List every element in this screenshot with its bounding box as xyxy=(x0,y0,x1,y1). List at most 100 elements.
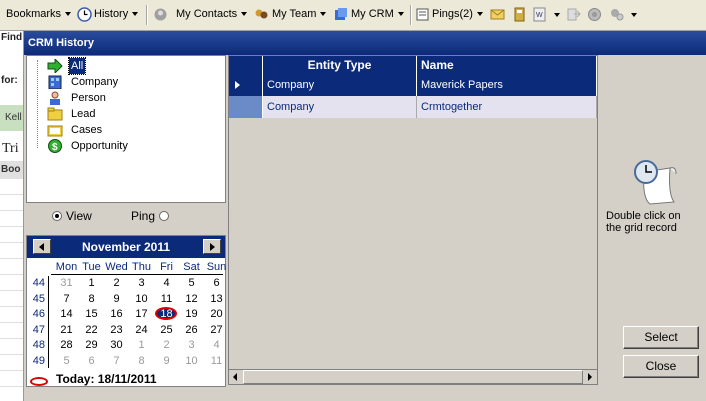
grid-horizontal-scrollbar[interactable] xyxy=(228,369,598,385)
scroll-left-button[interactable] xyxy=(229,370,243,384)
calendar-day[interactable]: 10 xyxy=(129,293,154,305)
pings-menu[interactable]: Pings(2) xyxy=(432,8,483,20)
background-page-strip: Find: for: Kell Tri Boo xyxy=(0,31,24,401)
calendar-day[interactable]: 11 xyxy=(154,293,179,305)
calendar-day[interactable]: 7 xyxy=(104,355,129,367)
calendar-day[interactable]: 5 xyxy=(179,277,204,289)
weekday-header: Sat xyxy=(183,261,200,273)
close-button[interactable]: Close xyxy=(623,355,699,378)
calendar-day[interactable]: 6 xyxy=(204,277,229,289)
ping-radio[interactable] xyxy=(159,211,169,221)
calendar-day[interactable]: 4 xyxy=(154,277,179,289)
week-number: 45 xyxy=(32,292,45,305)
calendar-day[interactable]: 27 xyxy=(204,324,229,336)
scrollbar-thumb[interactable] xyxy=(243,370,583,384)
calendar-day[interactable]: 26 xyxy=(179,324,204,336)
calendar-day[interactable]: 31 xyxy=(54,277,79,289)
toolbar-separator xyxy=(146,5,148,25)
calendar-day[interactable]: 6 xyxy=(79,355,104,367)
lead-folder-icon xyxy=(47,107,63,121)
dialog-title: CRM History xyxy=(24,31,706,55)
calendar-day[interactable]: 30 xyxy=(104,339,129,351)
table-row[interactable]: Company Crmtogether xyxy=(229,96,597,118)
crm-history-dialog: CRM History All Company Person Lead Case… xyxy=(24,31,706,401)
view-radio[interactable] xyxy=(52,211,62,221)
cases-folder-icon xyxy=(47,125,63,137)
calendar-day[interactable]: 22 xyxy=(79,324,104,336)
view-radio-label: View xyxy=(66,209,92,223)
my-crm-menu[interactable]: My CRM xyxy=(351,8,404,20)
grid-hint-text: Double click on the grid record xyxy=(606,210,681,234)
document-icon[interactable]: W xyxy=(532,7,547,22)
calendar-day[interactable]: 11 xyxy=(204,355,229,367)
weekday-header: Sun xyxy=(206,261,227,273)
cell-name: Crmtogether xyxy=(417,96,597,118)
calendar-day[interactable]: 25 xyxy=(154,324,179,336)
calendar-day[interactable]: 8 xyxy=(79,293,104,305)
company-building-icon xyxy=(48,75,62,89)
for-label: for: xyxy=(1,75,18,86)
week-number: 49 xyxy=(32,354,45,367)
calendar-day[interactable]: 1 xyxy=(129,339,154,351)
weekday-underline xyxy=(51,274,223,275)
column-header-name[interactable]: Name xyxy=(417,56,597,74)
globe-icon[interactable] xyxy=(587,7,602,22)
calendar-day[interactable]: 10 xyxy=(179,355,204,367)
weekday-header: Mon xyxy=(55,261,78,273)
forward-icon[interactable] xyxy=(566,7,581,22)
calendar-day[interactable]: 14 xyxy=(54,308,79,320)
calendar-day[interactable]: 1 xyxy=(79,277,104,289)
my-contacts-menu[interactable]: My Contacts xyxy=(176,8,248,20)
calendar-day[interactable]: 20 xyxy=(204,308,229,320)
my-team-menu[interactable]: My Team xyxy=(272,8,327,20)
arrow-right-icon xyxy=(210,243,215,251)
calendar-day[interactable]: 2 xyxy=(154,339,179,351)
calendar-day[interactable]: 8 xyxy=(129,355,154,367)
toolbar-separator xyxy=(410,5,412,25)
calendar-day[interactable]: 24 xyxy=(129,324,154,336)
calendar-day[interactable]: 28 xyxy=(54,339,79,351)
user-options-icon[interactable] xyxy=(609,7,624,22)
calendar-day[interactable]: 2 xyxy=(104,277,129,289)
bookmarks-menu[interactable]: Bookmarks xyxy=(6,8,72,20)
cell-entity-type: Company xyxy=(263,96,417,118)
history-menu[interactable]: History xyxy=(94,8,139,20)
row-pointer-icon xyxy=(235,81,240,89)
find-label: Find: xyxy=(1,32,24,43)
today-button[interactable]: Today: 18/11/2011 xyxy=(56,372,157,386)
user-options-dropdown-icon[interactable] xyxy=(631,13,637,17)
calendar-day[interactable]: 16 xyxy=(104,308,129,320)
calendar-day[interactable]: 21 xyxy=(54,324,79,336)
calendar-day-selected[interactable]: 18 xyxy=(154,308,179,320)
calendar-day[interactable]: 9 xyxy=(154,355,179,367)
prev-month-button[interactable] xyxy=(33,239,51,254)
row-header xyxy=(229,74,263,96)
crm-cube-icon xyxy=(335,8,347,20)
weekday-header: Tue xyxy=(82,261,101,273)
calendar-day[interactable]: 3 xyxy=(129,277,154,289)
select-button[interactable]: Select xyxy=(623,326,699,349)
calendar-day[interactable]: 3 xyxy=(179,339,204,351)
next-month-button[interactable] xyxy=(203,239,221,254)
document-dropdown-icon[interactable] xyxy=(554,13,560,17)
calendar-day[interactable]: 19 xyxy=(179,308,204,320)
calendar-day[interactable]: 13 xyxy=(204,293,229,305)
calendar-day[interactable]: 29 xyxy=(79,339,104,351)
mail-icon[interactable] xyxy=(490,7,505,22)
calendar-day[interactable]: 15 xyxy=(79,308,104,320)
ping-radio-label: Ping xyxy=(131,209,156,223)
calendar-day[interactable]: 17 xyxy=(129,308,154,320)
calendar-day[interactable]: 9 xyxy=(104,293,129,305)
calendar-day[interactable]: 5 xyxy=(54,355,79,367)
calendar-day[interactable]: 4 xyxy=(204,339,229,351)
table-row[interactable]: Company Maverick Papers xyxy=(229,74,597,96)
pings-icon xyxy=(416,8,429,21)
column-header-entity-type[interactable]: Entity Type xyxy=(263,56,417,74)
scroll-right-button[interactable] xyxy=(583,370,597,384)
scroll-clock-icon xyxy=(634,160,677,205)
calendar-day[interactable]: 12 xyxy=(179,293,204,305)
calendar-day[interactable]: 23 xyxy=(104,324,129,336)
calendar-day[interactable]: 7 xyxy=(54,293,79,305)
phone-icon[interactable] xyxy=(512,7,527,22)
row-header xyxy=(229,96,263,118)
